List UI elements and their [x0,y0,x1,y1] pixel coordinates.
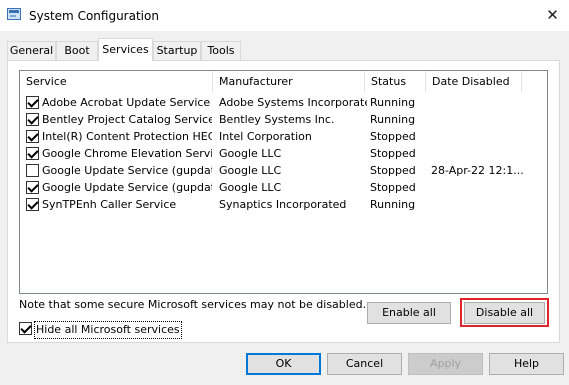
service-checkbox[interactable] [26,181,39,194]
date-disabled-cell: 28-Apr-22 12:1... [431,164,524,177]
window-title: System Configuration [29,9,159,23]
services-list-header: Service Manufacturer Status Date Disable… [20,71,547,93]
status-cell: Stopped [370,130,416,143]
service-row[interactable]: Bentley Project Catalog Service Bentley S… [20,111,547,128]
column-header-date-disabled[interactable]: Date Disabled [426,71,522,93]
status-cell: Running [370,198,416,211]
service-name-cell: Adobe Acrobat Update Service [42,96,211,109]
manufacturer-cell: Google LLC [219,181,282,194]
service-checkbox[interactable] [26,130,39,143]
manufacturer-cell: Google LLC [219,164,282,177]
service-name-cell: Bentley Project Catalog Service [42,113,212,126]
status-cell: Stopped [370,164,416,177]
manufacturer-cell: Adobe Systems Incorporated [219,96,367,109]
date-disabled-cell [431,179,531,196]
title-bar: System Configuration ✕ [0,0,569,31]
hide-microsoft-services-checkbox[interactable] [19,322,32,335]
service-checkbox[interactable] [26,164,39,177]
tab-tools[interactable]: Tools [201,41,241,60]
date-disabled-cell [431,128,531,145]
tab-general[interactable]: General [7,41,56,60]
service-name-cell: Google Update Service (gupdatem) [42,181,212,194]
status-cell: Running [370,113,416,126]
date-disabled-cell [431,196,531,213]
service-name-cell: Intel(R) Content Protection HEC... [42,130,212,143]
close-button[interactable]: ✕ [536,0,569,31]
status-cell: Stopped [370,147,416,160]
tab-services[interactable]: Services [98,38,153,61]
manufacturer-cell: Google LLC [219,147,282,160]
disable-all-highlight [460,298,549,327]
service-checkbox[interactable] [26,147,39,160]
service-checkbox[interactable] [26,198,39,211]
service-row[interactable]: Intel(R) Content Protection HEC... Intel … [20,128,547,145]
date-disabled-cell [431,94,531,111]
hide-microsoft-services-label[interactable]: Hide all Microsoft services [34,321,182,339]
column-header-status[interactable]: Status [365,71,426,93]
secure-services-note: Note that some secure Microsoft services… [19,298,367,311]
manufacturer-cell: Synaptics Incorporated [219,198,347,211]
date-disabled-cell [431,111,531,128]
service-checkbox[interactable] [26,113,39,126]
service-row[interactable]: Google Update Service (gupdatem) Google L… [20,179,547,196]
service-name-cell: Google Update Service (gupdate) [42,164,212,177]
manufacturer-cell: Intel Corporation [219,130,312,143]
tab-startup[interactable]: Startup [153,41,201,60]
service-name-cell: SynTPEnh Caller Service [42,198,177,211]
service-checkbox[interactable] [26,96,39,109]
apply-button: Apply [408,353,483,375]
service-row[interactable]: Adobe Acrobat Update Service Adobe System… [20,94,547,111]
service-row[interactable]: Google Chrome Elevation Servic... Google … [20,145,547,162]
help-button[interactable]: Help [489,353,564,375]
column-header-manufacturer[interactable]: Manufacturer [213,71,365,93]
services-list[interactable]: Service Manufacturer Status Date Disable… [19,70,548,294]
status-cell: Running [370,96,416,109]
column-header-service[interactable]: Service [20,71,213,93]
cancel-button[interactable]: Cancel [327,353,402,375]
enable-all-button[interactable]: Enable all [367,302,451,324]
date-disabled-cell [431,145,531,162]
service-name-cell: Google Chrome Elevation Servic... [42,147,212,160]
status-cell: Stopped [370,181,416,194]
manufacturer-cell: Bentley Systems Inc. [219,113,335,126]
service-row[interactable]: SynTPEnh Caller Service Synaptics Incorpo… [20,196,547,213]
service-row[interactable]: Google Update Service (gupdate) Google LL… [20,162,547,179]
system-configuration-icon [7,8,21,20]
tab-boot[interactable]: Boot [56,41,98,60]
ok-button[interactable]: OK [246,353,321,375]
